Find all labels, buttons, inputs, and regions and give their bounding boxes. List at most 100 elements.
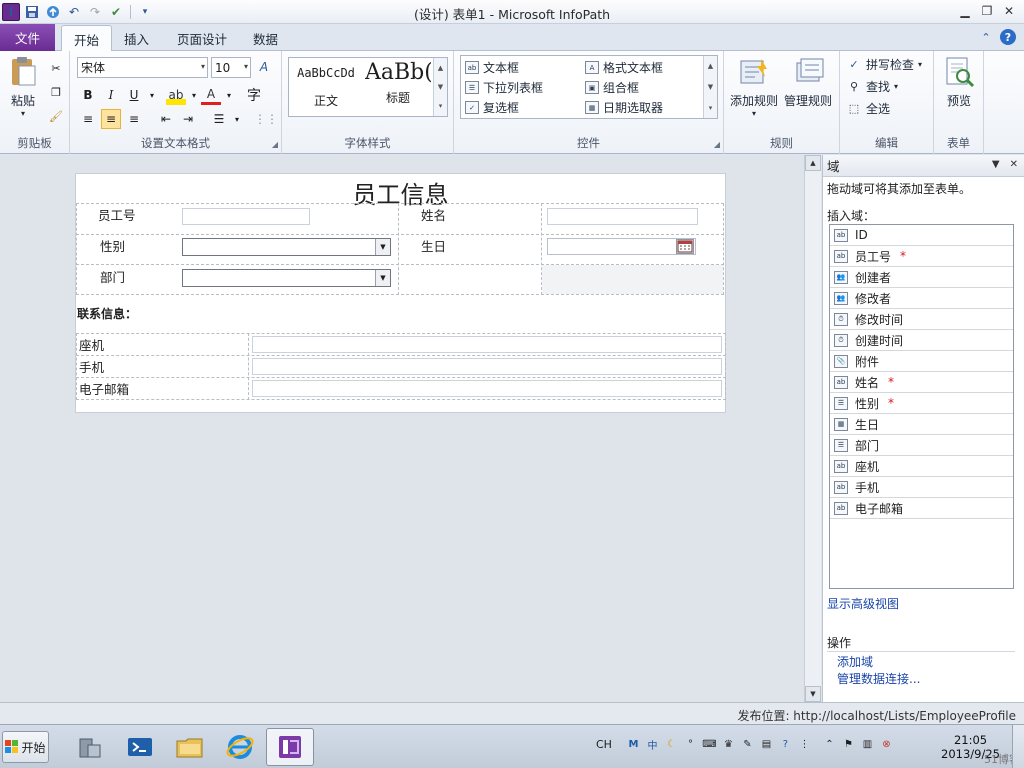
- field-list-item[interactable]: ab 姓名 *: [830, 372, 1013, 393]
- paste-dropdown-icon[interactable]: ▾: [21, 109, 25, 118]
- restore-icon[interactable]: ❐: [978, 2, 996, 20]
- help-icon[interactable]: ?: [778, 737, 793, 752]
- field-list-item[interactable]: ab 员工号 *: [830, 246, 1013, 267]
- internet-explorer-icon[interactable]: [216, 728, 264, 766]
- network-icon[interactable]: ▥: [860, 737, 875, 752]
- server-manager-icon[interactable]: [66, 728, 114, 766]
- tab-file[interactable]: 文件: [0, 24, 55, 51]
- field-list-item[interactable]: ▦ 生日: [830, 414, 1013, 435]
- field-list-item[interactable]: ⏱ 修改时间: [830, 309, 1013, 330]
- infopath-taskbar-icon[interactable]: [266, 728, 314, 766]
- punctuation-icon[interactable]: °: [683, 737, 698, 752]
- format-painter-icon[interactable]: 🖌: [48, 108, 64, 124]
- tab-data[interactable]: 数据: [241, 25, 290, 51]
- manage-rules-button[interactable]: 管理规则: [784, 55, 832, 109]
- start-button[interactable]: 开始: [2, 731, 49, 763]
- bold-button[interactable]: B: [78, 85, 98, 105]
- dept-dropdown[interactable]: ▼: [182, 269, 391, 287]
- styles-gallery-scroll[interactable]: ▲ ▼ ▾: [433, 58, 447, 116]
- tab-insert[interactable]: 插入: [112, 25, 161, 51]
- mobile-textbox[interactable]: [252, 358, 722, 375]
- explorer-folder-icon[interactable]: [166, 728, 214, 766]
- tab-home[interactable]: 开始: [61, 25, 113, 52]
- gender-dropdown[interactable]: ▼: [182, 238, 391, 256]
- font-size-combo[interactable]: 10 ▾: [211, 57, 251, 78]
- italic-button[interactable]: I: [101, 85, 121, 105]
- spell-check-button[interactable]: ✓ 拼写检查 ▾: [846, 56, 922, 73]
- dialog-launcher-icon[interactable]: ◢: [272, 140, 278, 149]
- font-name-combo[interactable]: 宋体 ▾: [77, 57, 208, 78]
- birthday-date-picker[interactable]: [547, 238, 696, 255]
- collapse-ribbon-icon[interactable]: ⌃: [978, 29, 994, 45]
- font-color-dropdown-icon[interactable]: ▾: [219, 85, 239, 105]
- control-textbox[interactable]: ab 文本框: [465, 59, 519, 76]
- flag-icon[interactable]: ⚑: [841, 737, 856, 752]
- emp-id-textbox[interactable]: [182, 208, 310, 225]
- moon-icon[interactable]: ☾: [664, 737, 679, 752]
- powershell-icon[interactable]: [116, 728, 164, 766]
- font-color-icon[interactable]: A: [201, 85, 221, 105]
- copy-icon[interactable]: ❐: [48, 84, 64, 100]
- skin-icon[interactable]: ♛: [721, 737, 736, 752]
- show-hidden-icons-icon[interactable]: ⌃: [822, 737, 837, 752]
- pane-close-icon[interactable]: ✕: [1010, 159, 1018, 170]
- controls-gallery-scroll[interactable]: ▲ ▼ ▾: [703, 56, 717, 118]
- show-desktop-button[interactable]: [1012, 725, 1024, 768]
- field-list-item[interactable]: 👥 修改者: [830, 288, 1013, 309]
- advanced-view-link[interactable]: 显示高级视图: [827, 595, 899, 612]
- field-list-item[interactable]: ☰ 性别 *: [830, 393, 1013, 414]
- close-icon[interactable]: ✕: [1000, 2, 1018, 20]
- find-button[interactable]: ⚲ 查找 ▾: [846, 78, 898, 95]
- paste-button[interactable]: 粘贴 ▾: [6, 55, 40, 118]
- highlight-icon[interactable]: ab: [166, 85, 186, 105]
- control-checkbox[interactable]: ✓ 复选框: [465, 99, 519, 116]
- field-list-item[interactable]: 📎 附件: [830, 351, 1013, 372]
- char-format-button[interactable]: 字: [244, 85, 264, 105]
- scroll-up-icon[interactable]: ▲: [805, 155, 821, 171]
- ime-icon[interactable]: M: [626, 737, 641, 752]
- add-rule-dropdown-icon[interactable]: ▾: [752, 109, 756, 118]
- input-lang[interactable]: CH: [596, 737, 612, 752]
- volume-muted-icon[interactable]: ⊗: [879, 737, 894, 752]
- underline-dropdown-icon[interactable]: ▾: [142, 85, 162, 105]
- cut-icon[interactable]: ✂: [48, 60, 64, 76]
- decrease-indent-icon[interactable]: ⇤: [156, 109, 176, 129]
- increase-indent-icon[interactable]: ⇥: [178, 109, 198, 129]
- style-normal[interactable]: AaBbCcDd 正文: [292, 66, 360, 109]
- control-combo[interactable]: ▣ 组合框: [585, 79, 639, 96]
- control-date-picker[interactable]: ▦ 日期选取器: [585, 99, 663, 116]
- chinese-mode-icon[interactable]: 中: [645, 737, 660, 752]
- table-grid-icon[interactable]: ⋮⋮: [254, 109, 278, 129]
- preview-button[interactable]: 预览: [942, 55, 976, 109]
- name-textbox[interactable]: [547, 208, 698, 225]
- bullets-dropdown-icon[interactable]: ▾: [227, 109, 247, 129]
- field-list-item[interactable]: ⏱ 创建时间: [830, 330, 1013, 351]
- select-all-button[interactable]: ⬚ 全选: [846, 100, 890, 117]
- field-list-item[interactable]: ab 座机: [830, 456, 1013, 477]
- minimize-icon[interactable]: ▁: [956, 2, 974, 20]
- add-field-link[interactable]: 添加域: [837, 653, 873, 670]
- note-icon[interactable]: ▤: [759, 737, 774, 752]
- pane-menu-icon[interactable]: ▼: [992, 159, 1000, 170]
- control-dropdown[interactable]: ☰ 下拉列表框: [465, 79, 543, 96]
- field-list-item[interactable]: ab 手机: [830, 477, 1013, 498]
- align-center-icon[interactable]: ≡: [101, 109, 121, 129]
- scroll-down-icon[interactable]: ▼: [805, 686, 821, 702]
- underline-button[interactable]: U: [124, 85, 144, 105]
- field-list-item[interactable]: ab 电子邮箱: [830, 498, 1013, 519]
- tab-page-design[interactable]: 页面设计: [165, 25, 239, 51]
- tools-icon[interactable]: ✎: [740, 737, 755, 752]
- style-heading[interactable]: AaBb( 标题: [365, 60, 431, 106]
- bullets-icon[interactable]: ☰: [209, 109, 229, 129]
- control-rich-text[interactable]: A 格式文本框: [585, 59, 663, 76]
- clear-format-icon[interactable]: A: [254, 57, 274, 77]
- help-icon[interactable]: ?: [1000, 29, 1016, 45]
- field-list-item[interactable]: 👥 创建者: [830, 267, 1013, 288]
- field-list-item[interactable]: ☰ 部门: [830, 435, 1013, 456]
- manage-data-connections-link[interactable]: 管理数据连接...: [837, 670, 920, 687]
- canvas-vertical-scrollbar[interactable]: ▲ ▼: [804, 155, 821, 702]
- tray-expand-icon[interactable]: ⋮: [797, 737, 812, 752]
- keyboard-icon[interactable]: ⌨: [702, 737, 717, 752]
- landline-textbox[interactable]: [252, 336, 722, 353]
- align-right-icon[interactable]: ≡: [124, 109, 144, 129]
